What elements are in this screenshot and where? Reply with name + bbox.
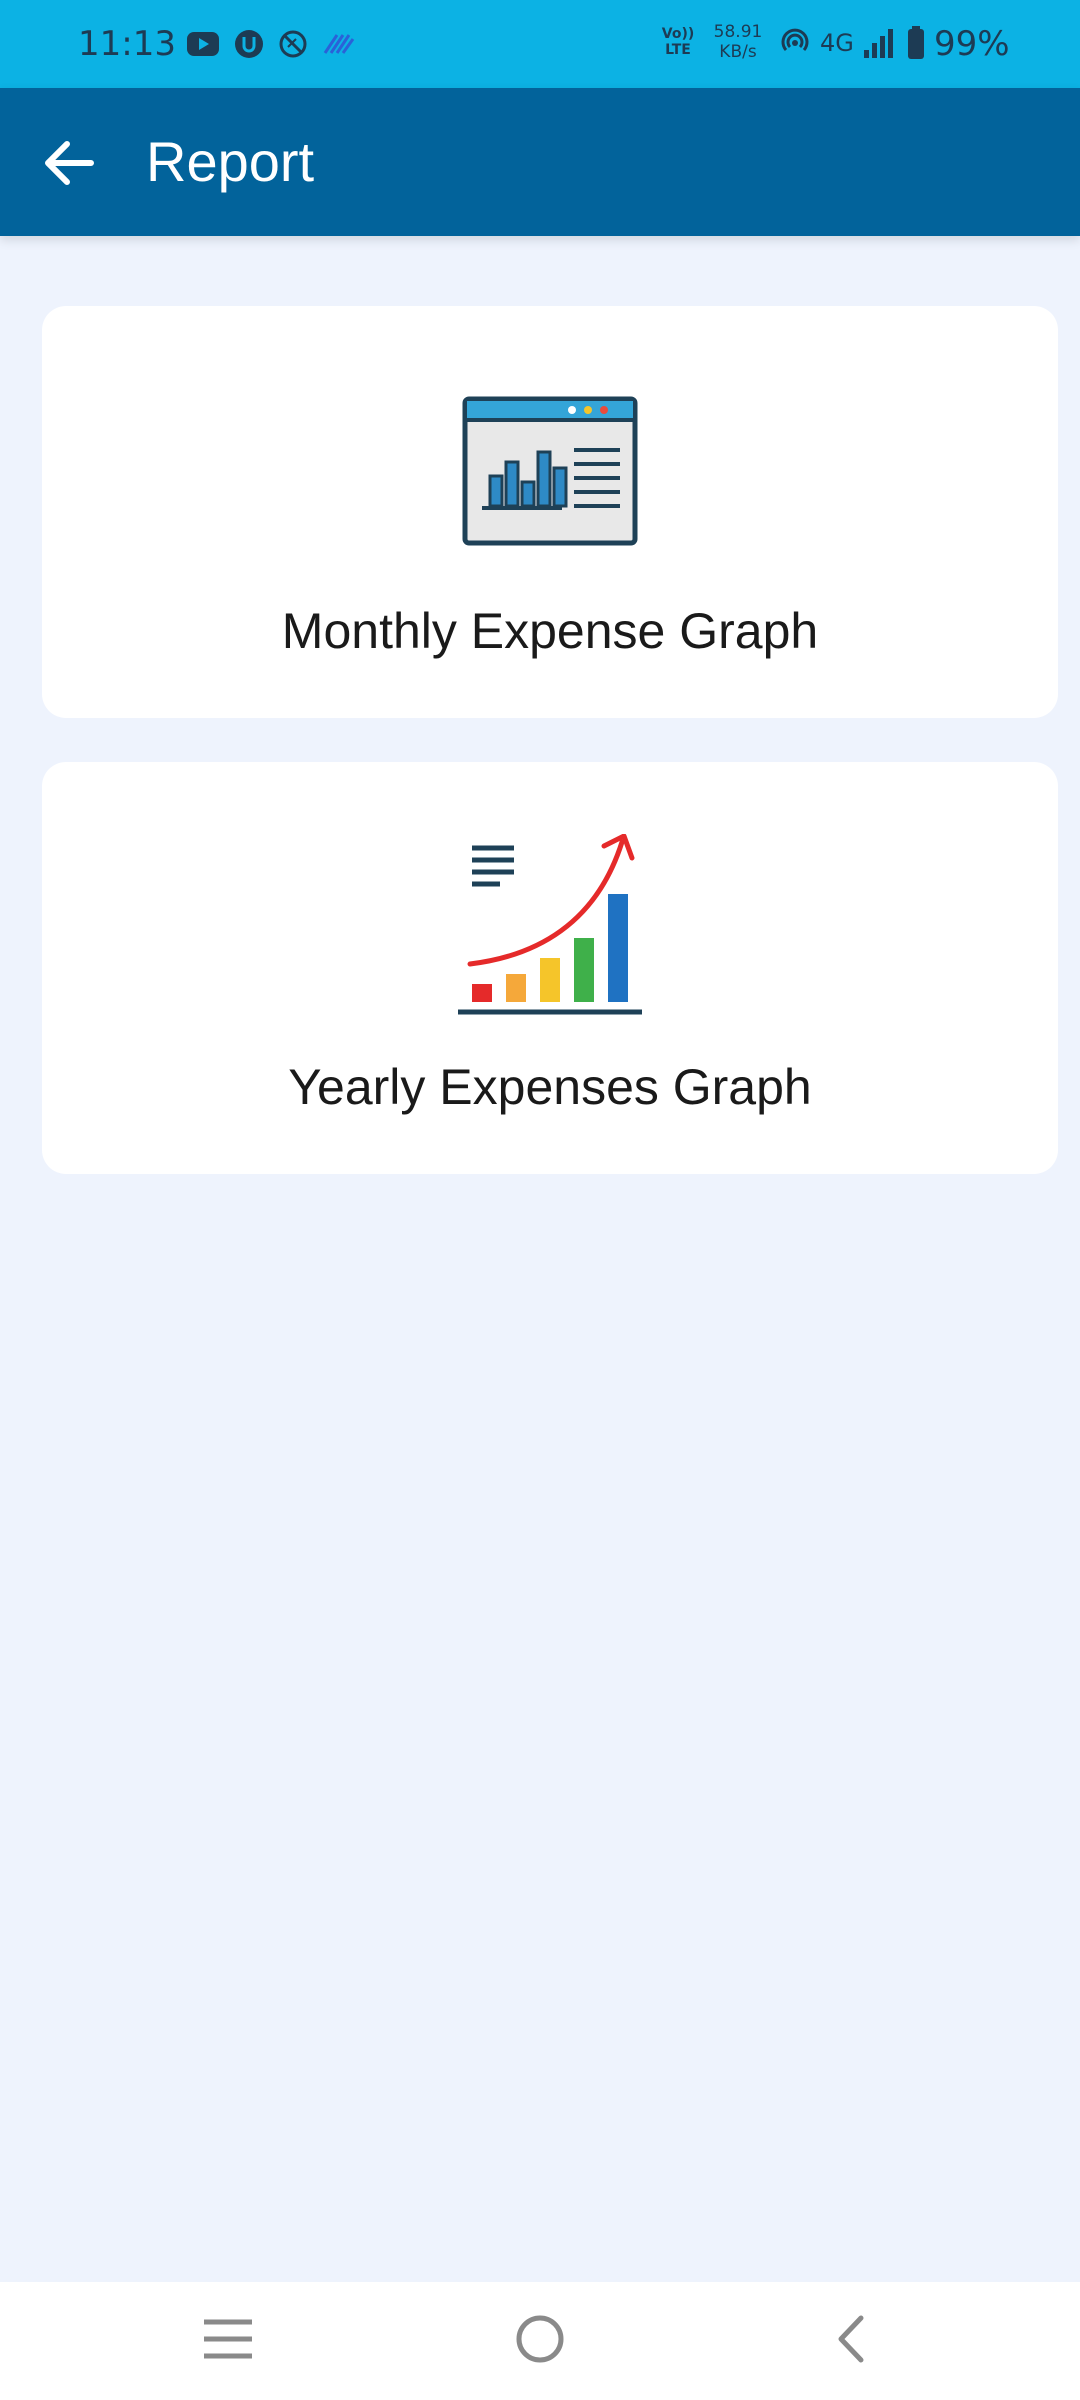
home-button[interactable] bbox=[500, 2306, 580, 2376]
back-chevron-icon bbox=[833, 2314, 867, 2368]
volte-label: Vo)) LTE bbox=[661, 26, 695, 58]
monthly-expense-graph-label: Monthly Expense Graph bbox=[281, 603, 819, 659]
home-circle-icon bbox=[515, 2314, 565, 2368]
youtube-icon bbox=[186, 31, 220, 57]
page-title: Report bbox=[146, 130, 315, 193]
status-notification-icons bbox=[186, 24, 356, 64]
speed-unit: KB/s bbox=[719, 42, 757, 62]
status-system-icons: Vo)) LTE 58.91 KB/s 4G 99% bbox=[660, 0, 1080, 88]
u-app-icon bbox=[234, 29, 264, 59]
monthly-expense-graph-card[interactable]: Monthly Expense Graph bbox=[42, 306, 1058, 718]
battery-percentage: 99% bbox=[934, 24, 1010, 64]
recent-apps-button[interactable] bbox=[188, 2306, 268, 2376]
network-type: 4G bbox=[820, 29, 854, 57]
app-bar: Report bbox=[0, 88, 1080, 236]
signal-strength-icon bbox=[862, 26, 898, 64]
menu-icon bbox=[202, 2318, 254, 2364]
yearly-expenses-graph-card[interactable]: Yearly Expenses Graph bbox=[42, 762, 1058, 1174]
system-back-button[interactable] bbox=[810, 2306, 890, 2376]
monthly-report-icon bbox=[462, 396, 638, 550]
yearly-expenses-graph-label: Yearly Expenses Graph bbox=[288, 1059, 812, 1115]
hotspot-icon bbox=[778, 26, 812, 64]
back-button[interactable] bbox=[36, 132, 102, 198]
no-disturb-icon bbox=[278, 29, 308, 59]
battery-icon bbox=[906, 26, 926, 64]
signal-waves-icon bbox=[322, 31, 356, 57]
yearly-growth-chart-icon bbox=[456, 833, 644, 1028]
status-bar: 11:13 Vo)) LTE 58.91 KB/s 4G 99% bbox=[0, 0, 1080, 88]
speed-value: 58.91 bbox=[713, 22, 763, 42]
arrow-left-icon bbox=[43, 140, 95, 190]
network-speed: 58.91 KB/s bbox=[708, 22, 768, 62]
system-nav-bar bbox=[0, 2282, 1080, 2400]
status-time: 11:13 bbox=[78, 24, 176, 64]
